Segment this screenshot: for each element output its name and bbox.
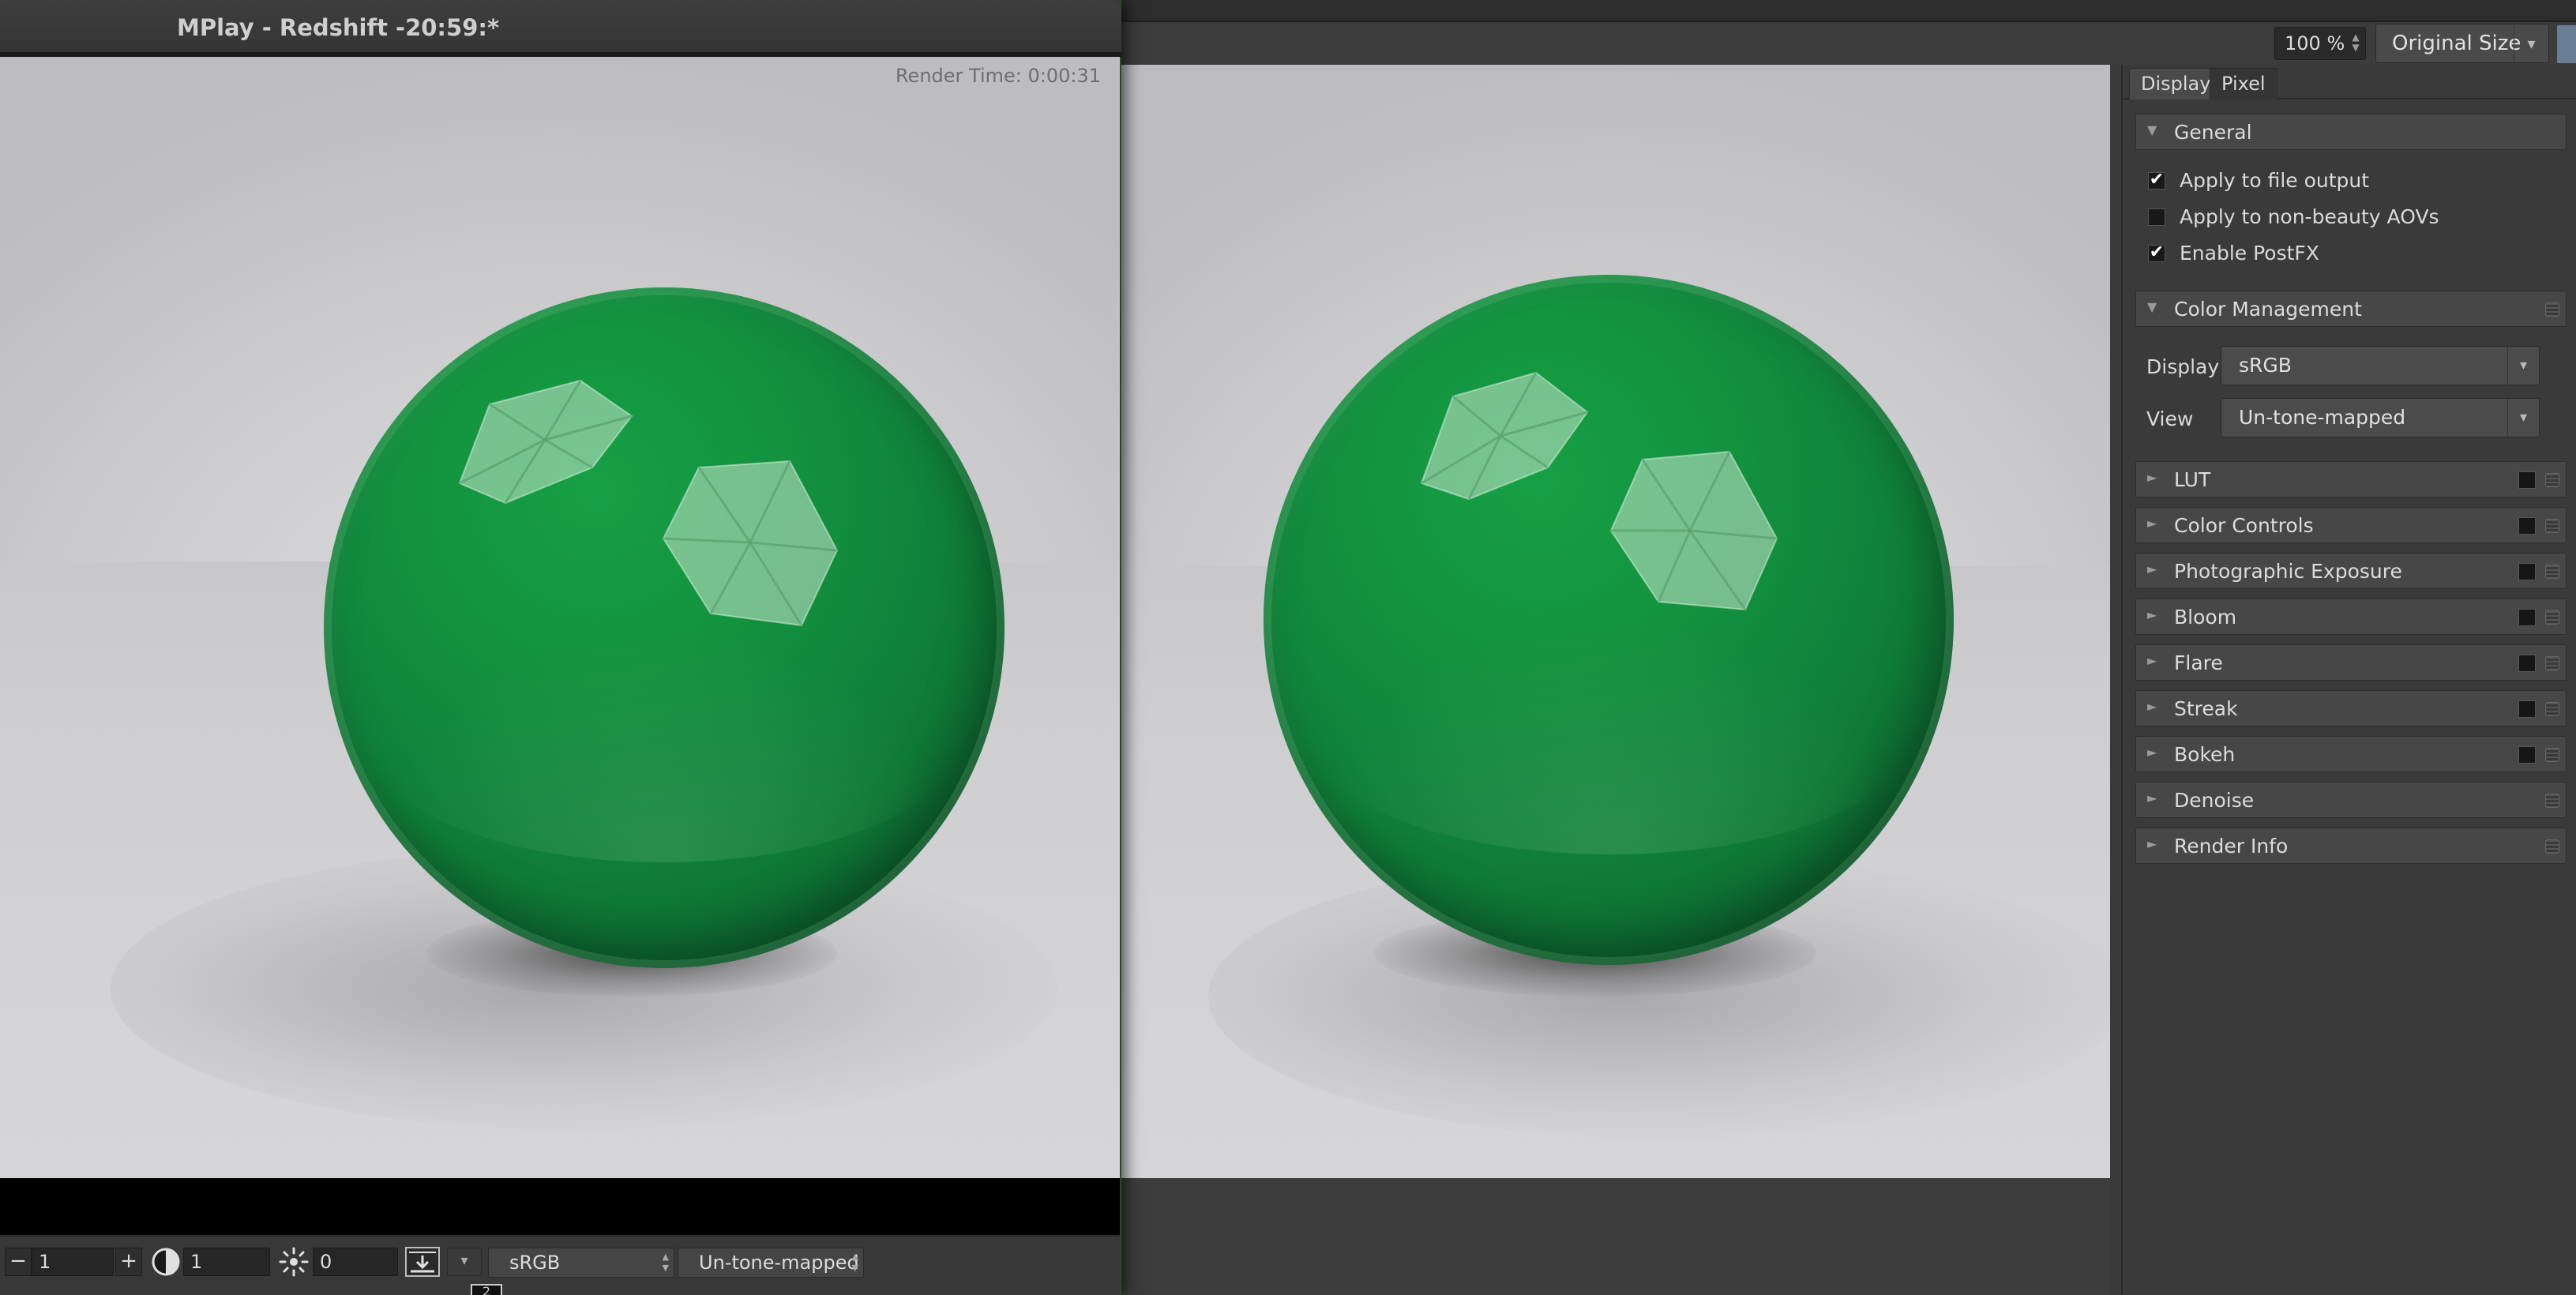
frame-marker: 2: [471, 1284, 502, 1295]
drag-grip-icon[interactable]: [2545, 748, 2559, 762]
drag-grip-icon[interactable]: [2545, 519, 2559, 533]
softbox-reflection-2: [1609, 450, 1778, 611]
exposure-field[interactable]: 0: [313, 1248, 398, 1276]
section-denoise[interactable]: ► Denoise: [2135, 782, 2567, 818]
view-select[interactable]: Un-tone-mapped ▲ ▼: [678, 1248, 864, 1278]
section-label: General: [2174, 121, 2252, 144]
section-render-info[interactable]: ► Render Info: [2135, 828, 2567, 864]
exposure-icon[interactable]: [278, 1246, 310, 1278]
section-toggle[interactable]: [2518, 563, 2536, 580]
frame-decrement-button[interactable]: −: [5, 1248, 32, 1276]
option-label: Apply to file output: [2180, 169, 2370, 192]
section-streak[interactable]: ► Streak: [2135, 690, 2567, 726]
panel-tabs: Display Pixel: [2123, 65, 2576, 99]
mplay-viewport[interactable]: Render Time: 0:00:31: [0, 57, 1120, 1178]
chevron-down-icon: ▾: [2507, 347, 2539, 385]
section-photographic-exposure[interactable]: ► Photographic Exposure: [2135, 553, 2567, 589]
chevron-down-icon: ▾: [2514, 24, 2548, 62]
section-toggle[interactable]: [2518, 609, 2536, 626]
window-title: MPlay - Redshift -20:59:*: [177, 14, 500, 41]
zoom-spinner-icon[interactable]: ▲ ▼: [2349, 32, 2362, 54]
view-label: View: [2146, 407, 2194, 430]
section-toggle[interactable]: [2518, 700, 2536, 718]
frame-field[interactable]: 1: [32, 1248, 114, 1276]
drag-grip-icon[interactable]: [2545, 656, 2559, 670]
section-flare[interactable]: ► Flare: [2135, 644, 2567, 681]
display-label: Display: [2146, 355, 2220, 378]
collapse-arrow-icon: ►: [2147, 836, 2157, 851]
collapse-arrow-icon: ►: [2147, 790, 2157, 805]
collapse-arrow-icon: ►: [2147, 745, 2157, 760]
section-bloom[interactable]: ► Bloom: [2135, 599, 2567, 635]
tab-display[interactable]: Display: [2129, 68, 2223, 99]
option-label: Apply to non-beauty AOVs: [2180, 205, 2439, 228]
view-size-select[interactable]: Original Size ▾: [2375, 24, 2549, 63]
checkbox-checked-icon[interactable]: ✔: [2148, 171, 2165, 190]
spinner-icon: ▲ ▼: [851, 1252, 858, 1273]
gamma-field[interactable]: 1: [183, 1248, 270, 1276]
frame-increment-button[interactable]: +: [115, 1248, 142, 1276]
zoom-value: 100 %: [2285, 32, 2345, 54]
postfx-panel: Display Pixel ▼ General ✔ Apply to file …: [2121, 65, 2576, 1295]
drag-grip-icon[interactable]: [2545, 610, 2559, 625]
timeline-strip: [0, 1178, 1120, 1235]
section-toggle[interactable]: [2518, 517, 2536, 535]
view-size-value: Original Size: [2392, 32, 2522, 55]
softbox-reflection-2: [662, 460, 839, 627]
section-bokeh[interactable]: ► Bokeh: [2135, 736, 2567, 772]
softbox-reflection-1: [1420, 371, 1589, 501]
drag-grip-icon[interactable]: [2545, 473, 2559, 487]
collapse-arrow-icon: ►: [2147, 607, 2157, 622]
chevron-down-icon[interactable]: ▾: [447, 1248, 482, 1276]
drag-grip-icon[interactable]: [2545, 702, 2559, 716]
display-value: sRGB: [2239, 354, 2292, 377]
toolbar-edge-button[interactable]: [2557, 25, 2576, 63]
chevron-down-icon: ▾: [2507, 399, 2539, 437]
drag-grip-icon[interactable]: [2545, 565, 2559, 579]
mplay-bottom-bar: − 1 + 1 0 ▾ sRGB ▲ ▼ Un-tone-mapped ▲ ▼ …: [0, 1235, 1120, 1295]
drag-grip-icon[interactable]: [2545, 794, 2559, 808]
collapse-arrow-icon: ►: [2147, 699, 2157, 714]
expand-arrow-icon: ▼: [2147, 299, 2157, 314]
section-toggle[interactable]: [2518, 746, 2536, 764]
section-color-controls[interactable]: ► Color Controls: [2135, 507, 2567, 543]
drag-grip-icon[interactable]: [2545, 302, 2559, 317]
display-select[interactable]: sRGB ▲ ▼: [488, 1248, 674, 1278]
view-value: Un-tone-mapped: [2239, 406, 2406, 429]
section-lut[interactable]: ► LUT: [2135, 461, 2567, 497]
softbox-reflection-1: [458, 379, 633, 505]
drag-grip-icon[interactable]: [2545, 839, 2559, 854]
render-viewport[interactable]: [1121, 65, 2110, 1178]
collapse-arrow-icon: ►: [2147, 653, 2157, 668]
checkbox-checked-icon[interactable]: ✔: [2148, 244, 2165, 262]
section-color-management[interactable]: ▼ Color Management: [2135, 291, 2567, 327]
import-icon[interactable]: [404, 1246, 441, 1278]
section-general[interactable]: ▼ General: [2135, 114, 2567, 150]
section-label: Color Management: [2174, 298, 2362, 321]
collapse-arrow-icon: ►: [2147, 470, 2157, 485]
spinner-icon: ▲ ▼: [662, 1252, 669, 1273]
gamma-icon[interactable]: [150, 1246, 182, 1278]
expand-arrow-icon: ▼: [2147, 122, 2157, 137]
collapse-arrow-icon: ►: [2147, 561, 2157, 576]
mplay-window: MPlay - Redshift -20:59:* Render Time: 0…: [0, 0, 1121, 1295]
checkbox-unchecked-icon[interactable]: [2148, 208, 2165, 226]
view-dropdown[interactable]: Un-tone-mapped ▾: [2221, 398, 2540, 437]
viewport-empty-area: [1121, 1178, 2110, 1295]
display-dropdown[interactable]: sRGB ▾: [2221, 346, 2540, 385]
mplay-title-bar[interactable]: MPlay - Redshift -20:59:*: [0, 0, 1121, 57]
section-toggle[interactable]: [2518, 655, 2536, 672]
zoom-field[interactable]: 100 % ▲ ▼: [2274, 27, 2366, 60]
option-label: Enable PostFX: [2180, 242, 2319, 265]
section-toggle[interactable]: [2518, 471, 2536, 489]
collapse-arrow-icon: ►: [2147, 516, 2157, 531]
tab-pixel[interactable]: Pixel: [2210, 68, 2277, 99]
render-time-label: Render Time: 0:00:31: [895, 65, 1101, 87]
